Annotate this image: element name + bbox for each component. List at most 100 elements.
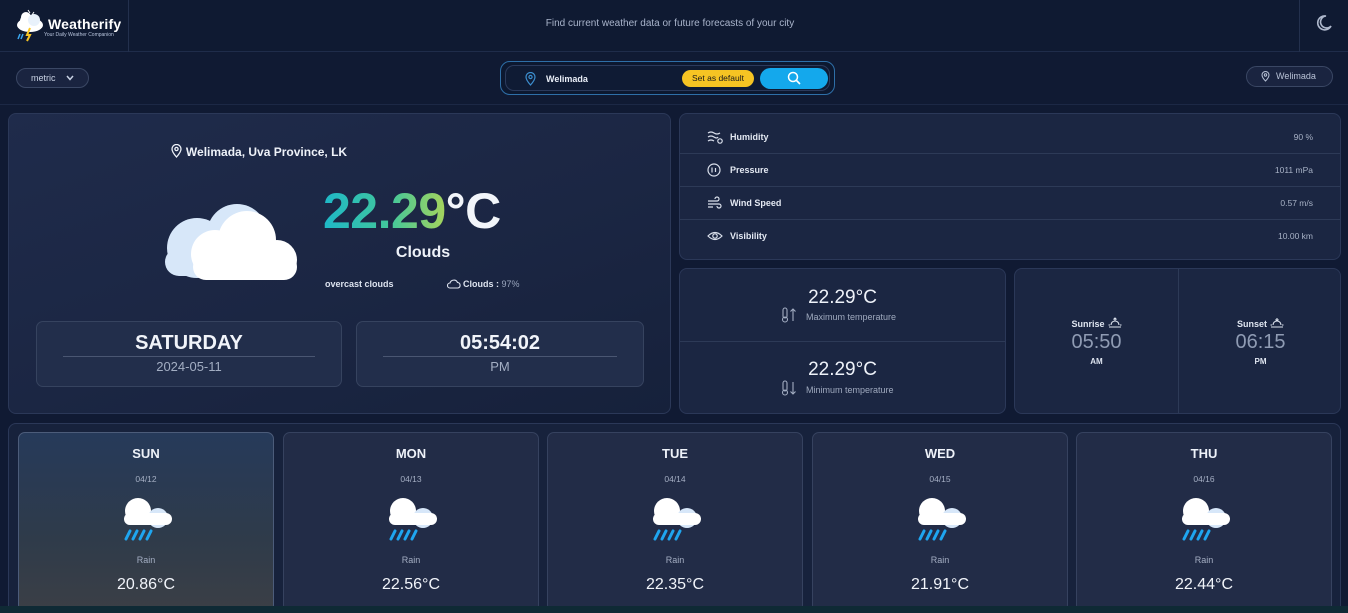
current-location: Welimada, Uva Province, LK	[9, 143, 509, 159]
saved-location-label: Welimada	[1276, 71, 1316, 81]
set-default-button[interactable]: Set as default	[682, 70, 754, 87]
condition-description: overcast clouds	[325, 279, 394, 289]
cloud-icon	[446, 279, 461, 289]
stat-label: Pressure	[730, 165, 769, 175]
sunset-time: 06:15	[1235, 331, 1286, 353]
current-location-label: Welimada, Uva Province, LK	[185, 145, 348, 159]
min-temperature: 22.29°C Minimum temperature	[680, 342, 1005, 415]
cloud-icon	[165, 204, 297, 280]
forecast-card-thu[interactable]: THU 04/16 Rain 22.44°C	[1076, 432, 1332, 612]
forecast-card-sun[interactable]: SUN 04/12 Rain 20.86°C	[18, 432, 274, 612]
forecast-day: MON	[395, 446, 427, 461]
stat-value: 10.00 km	[1278, 231, 1313, 241]
rain-cloud-icon	[1182, 498, 1230, 541]
toolbar-divider	[0, 104, 1348, 105]
max-temperature: 22.29°C Maximum temperature	[680, 269, 1005, 342]
sunrise-icon	[1108, 317, 1121, 328]
sunset: Sunset 06:15 PM	[1179, 269, 1342, 413]
current-temperature: 22.29°C	[323, 182, 501, 240]
location-pin-icon	[525, 72, 536, 86]
current-date: 2024-05-11	[156, 359, 222, 374]
app-subtitle: Your Daily Weather Companion	[44, 32, 114, 38]
weather-stats-card: Humidity 90 % Pressure 1011 mPa Wind Spe…	[679, 113, 1341, 260]
forecast-condition: Rain	[401, 555, 421, 565]
forecast-date: 04/13	[400, 474, 422, 484]
chevron-down-icon	[66, 75, 74, 81]
max-temperature-label: Maximum temperature	[806, 312, 897, 322]
forecast-condition: Rain	[930, 555, 950, 565]
forecast-date: 04/12	[135, 474, 157, 484]
stat-value: 1011 mPa	[1274, 165, 1313, 175]
temperature-value: 22.29	[323, 183, 446, 239]
stat-value: 0.57 m/s	[1280, 198, 1313, 208]
min-temperature-value: 22.29°C	[808, 359, 877, 380]
max-temperature-value: 22.29°C	[808, 287, 877, 308]
forecast-temperature: 22.56°C	[382, 576, 440, 593]
sunset-label: Sunset	[1236, 319, 1267, 329]
forecast-condition: Rain	[665, 555, 685, 565]
forecast-day: TUE	[662, 446, 688, 461]
header-divider	[128, 0, 129, 52]
stat-row-visibility: Visibility 10.00 km	[680, 220, 1340, 253]
divider	[383, 356, 617, 357]
forecast-temperature: 22.44°C	[1175, 576, 1233, 593]
location-pin-icon	[171, 143, 182, 158]
search-button[interactable]	[760, 68, 828, 89]
stat-value: 90 %	[1293, 132, 1313, 142]
cloud-coverage: Clouds : 97%	[446, 279, 520, 289]
forecast-day: SUN	[132, 446, 160, 461]
saved-location-chip[interactable]: Welimada	[1246, 66, 1333, 87]
time-box: 05:54:02 PM	[356, 321, 644, 387]
moon-icon[interactable]	[1315, 14, 1333, 32]
search-icon	[787, 71, 801, 85]
min-max-temperature-card: 22.29°C Maximum temperature 22.29°C Mini…	[679, 268, 1006, 414]
sunset-ampm: PM	[1254, 357, 1267, 366]
rain-cloud-icon	[653, 498, 701, 541]
forecast-day: THU	[1190, 446, 1218, 461]
divider	[63, 356, 315, 357]
forecast-card-wed[interactable]: WED 04/15 Rain 21.91°C	[812, 432, 1068, 612]
forecast-section: SUN 04/12 Rain 20.86°C MON 04/13 Rain 22…	[8, 423, 1341, 613]
stat-label: Visibility	[730, 231, 767, 241]
wind-icon	[708, 196, 722, 209]
forecast-date: 04/15	[929, 474, 951, 484]
unit-select[interactable]: metric	[16, 68, 89, 88]
sunrise-label: Sunrise	[1071, 319, 1105, 329]
header-divider	[1299, 0, 1300, 52]
pressure-icon	[707, 163, 721, 177]
stat-label: Humidity	[730, 132, 769, 142]
stat-row-humidity: Humidity 90 %	[680, 121, 1340, 154]
stat-row-pressure: Pressure 1011 mPa	[680, 154, 1340, 187]
stat-label: Wind Speed	[730, 198, 782, 208]
app-name: Weatherify	[48, 16, 122, 32]
current-condition: Clouds	[395, 244, 451, 261]
forecast-card-mon[interactable]: MON 04/13 Rain 22.56°C	[283, 432, 539, 612]
rain-cloud-icon	[124, 498, 172, 541]
forecast-day: WED	[924, 446, 956, 461]
forecast-temperature: 20.86°C	[117, 576, 175, 593]
sunrise-time: 05:50	[1071, 331, 1122, 353]
city-search-input[interactable]	[546, 71, 676, 86]
cloud-coverage-value: 97%	[501, 279, 520, 289]
forecast-temperature: 21.91°C	[911, 576, 969, 593]
app-logo[interactable]: Weatherify Your Daily Weather Companion	[14, 8, 128, 44]
app-tagline: Find current weather data or future fore…	[545, 18, 795, 29]
humidity-icon	[707, 131, 723, 144]
location-pin-icon	[1261, 71, 1270, 82]
rain-cloud-icon	[389, 498, 437, 541]
stat-row-wind: Wind Speed 0.57 m/s	[680, 187, 1340, 220]
sunset-label-row: Sunset	[1179, 317, 1342, 329]
forecast-condition: Rain	[136, 555, 156, 565]
sunset-icon	[1270, 318, 1284, 328]
thermometer-down-icon	[781, 380, 796, 396]
rain-cloud-icon	[918, 498, 966, 541]
forecast-temperature: 22.35°C	[646, 576, 704, 593]
search-bar: Set as default	[500, 61, 835, 95]
current-day: SATURDAY	[135, 332, 243, 354]
sunrise-sunset-card: Sunrise 05:50 AM Sunset 06:15 PM	[1014, 268, 1341, 414]
forecast-card-tue[interactable]: TUE 04/14 Rain 22.35°C	[547, 432, 803, 612]
date-box: SATURDAY 2024-05-11	[36, 321, 342, 387]
sunrise: Sunrise 05:50 AM	[1015, 269, 1178, 413]
min-temperature-label: Minimum temperature	[806, 385, 894, 395]
current-ampm: PM	[490, 359, 510, 374]
